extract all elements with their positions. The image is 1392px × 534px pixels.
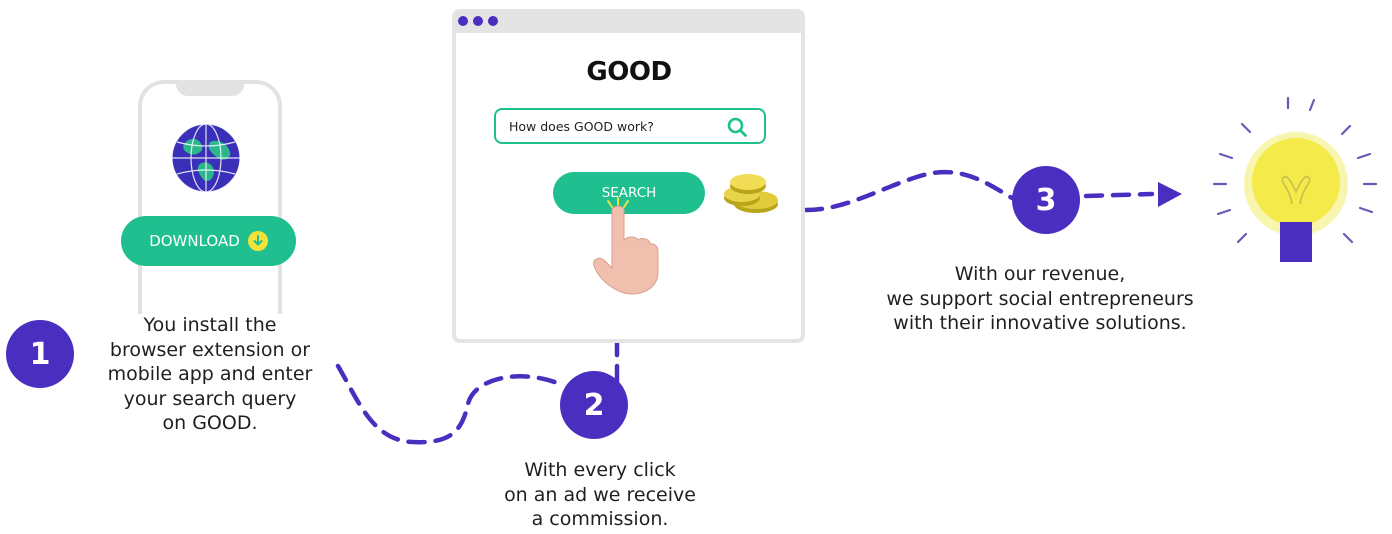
download-label: DOWNLOAD [149,232,240,250]
step-1-line: mobile app and enter [107,363,313,385]
good-logo: GOOD [586,57,672,87]
step-3-line: With our revenue, [954,263,1126,285]
search-icon[interactable] [726,116,748,138]
window-dot [473,16,483,26]
step-1-line: on GOOD. [162,412,258,434]
step-1-line: You install the [143,314,277,336]
lightbulb-icon [1212,96,1378,262]
step-2-line: With every click [524,459,676,481]
step-3-line: we support social entrepreneurs [886,287,1194,310]
flow-path-1-to-2 [335,363,563,445]
download-arrow-icon [247,231,268,251]
step-1-caption: You install the browser extension or mob… [90,313,330,436]
download-button[interactable]: DOWNLOAD [121,216,296,266]
browser-title-bar [452,9,805,33]
step-2-caption: With every click on an ad we receive a c… [470,458,730,532]
step-2-line: on an ad we receive [504,483,696,506]
step-2-line: a commission. [531,508,669,530]
flow-path-browser-to-3 [803,169,1015,213]
window-dot [458,16,468,26]
step-badge-1: 1 [6,320,74,388]
phone-mockup [138,80,282,314]
phone-notch [176,80,244,96]
step-badge-3: 3 [1012,166,1080,234]
window-dot [488,16,498,26]
step-1-line: browser extension or [109,338,311,361]
coins-icon [724,174,778,213]
step-3-caption: With our revenue, we support social entr… [850,262,1230,336]
arrowhead-right [1158,182,1182,207]
flow-path-3-to-bulb [1083,191,1155,199]
pointing-hand-icon [593,197,659,295]
step-3-line: with their innovative solutions. [893,312,1187,334]
step-1-line: your search query [123,387,297,410]
globe-icon [171,123,241,193]
step-badge-2: 2 [560,371,628,439]
